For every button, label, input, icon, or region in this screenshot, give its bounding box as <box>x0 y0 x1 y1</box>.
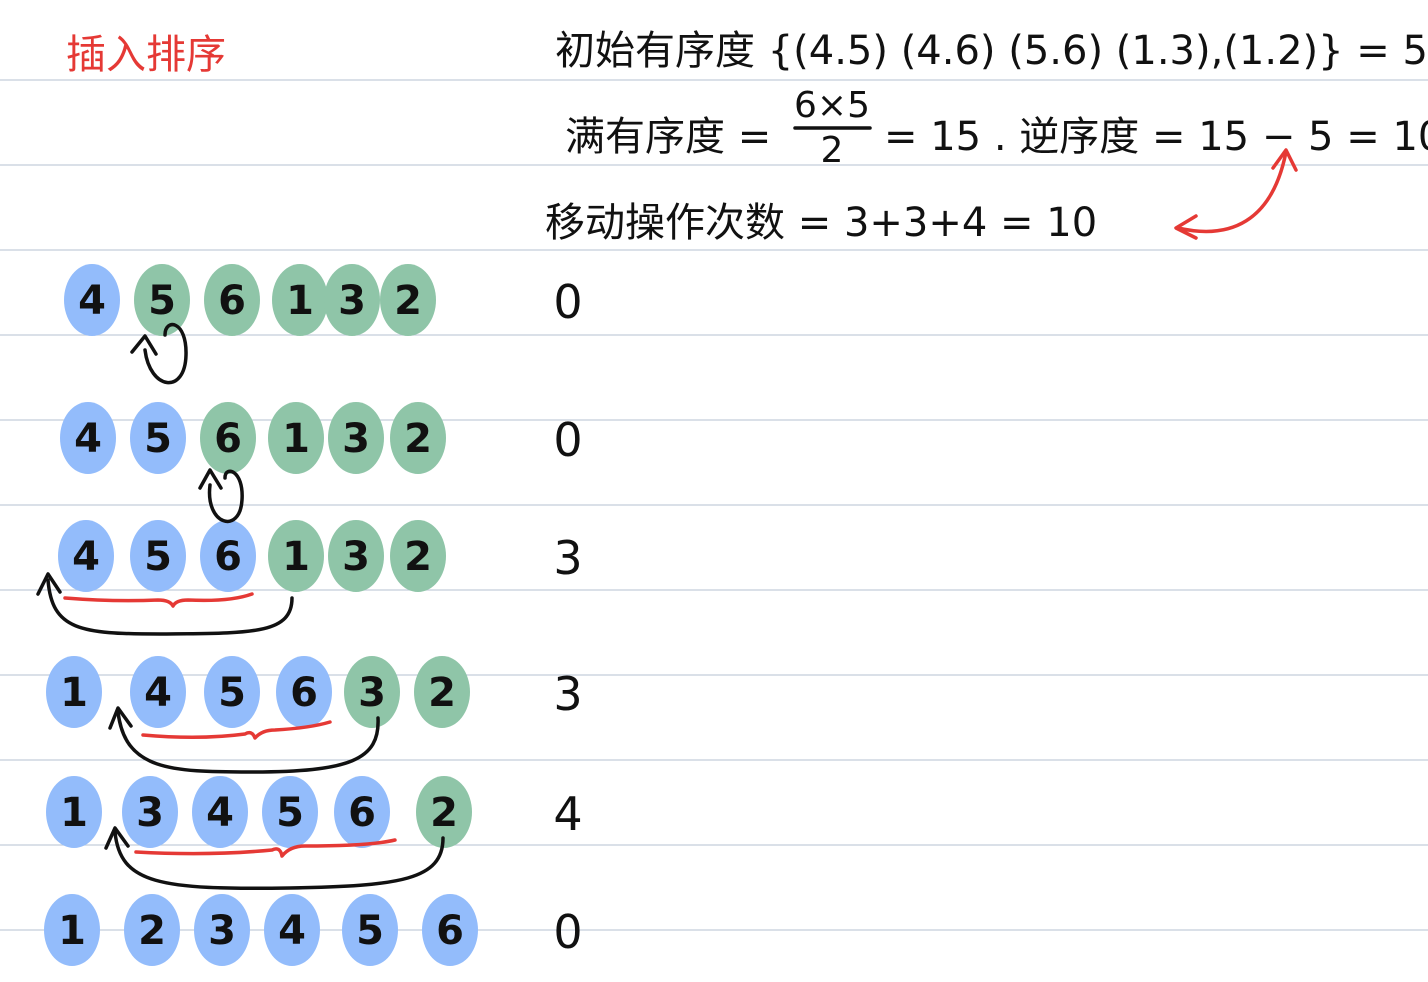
move-count: 0 <box>553 275 582 329</box>
move-count: 3 <box>553 667 582 721</box>
element-value: 2 <box>394 278 422 324</box>
element-value: 3 <box>342 416 370 462</box>
inversion-count-text: = 15 . 逆序度 = 15 − 5 = 10 <box>884 114 1428 160</box>
element-value: 1 <box>58 908 86 954</box>
element-value: 5 <box>144 416 172 462</box>
page-title: 插入排序 <box>66 32 226 78</box>
sequence-row: 456132 0 <box>60 402 583 474</box>
sequence-row: 4561323 <box>58 520 583 592</box>
element-value: 6 <box>214 416 242 462</box>
element-value: 2 <box>428 670 456 716</box>
element-value: 4 <box>144 670 172 716</box>
element-value: 6 <box>214 534 242 580</box>
move-count-line: 移动操作次数 = 3+3+4 = 10 <box>545 200 1097 246</box>
move-count: 0 <box>553 413 582 467</box>
move-count: 3 <box>553 531 582 585</box>
fraction-numerator: 6×5 <box>794 85 870 126</box>
notebook-page: 插入排序 初始有序度 {(4.5) (4.6) (5.6) (1.3),(1.2… <box>0 28 1428 966</box>
element-value: 3 <box>136 790 164 836</box>
element-value: 2 <box>430 790 458 836</box>
element-value: 5 <box>144 534 172 580</box>
element-value: 2 <box>404 416 432 462</box>
element-value: 1 <box>286 278 314 324</box>
element-value: 1 <box>60 790 88 836</box>
element-value: 5 <box>148 278 176 324</box>
element-value: 3 <box>338 278 366 324</box>
element-value: 3 <box>358 670 386 716</box>
element-value: 4 <box>74 416 102 462</box>
element-value: 3 <box>342 534 370 580</box>
full-orderliness-line: 满有序度 = 6×5 2 = 15 . 逆序度 = 15 − 5 = 10 <box>565 85 1428 171</box>
element-value: 4 <box>206 790 234 836</box>
shift-brace-row-3 <box>63 592 254 608</box>
sequence-row: 456132 0 <box>64 264 583 336</box>
element-value: 6 <box>218 278 246 324</box>
element-value: 4 <box>78 278 106 324</box>
element-value: 5 <box>356 908 384 954</box>
fraction-denominator: 2 <box>821 130 844 171</box>
element-value: 4 <box>72 534 100 580</box>
element-value: 2 <box>404 534 432 580</box>
element-value: 6 <box>436 908 464 954</box>
move-count: 4 <box>553 787 582 841</box>
self-insert-arrow-row-1 <box>143 323 188 385</box>
initial-orderliness-line: 初始有序度 {(4.5) (4.6) (5.6) (1.3),(1.2)} = … <box>555 28 1428 74</box>
element-value: 3 <box>208 908 236 954</box>
sequence-row: 1345624 <box>46 776 583 848</box>
element-value: 2 <box>138 908 166 954</box>
move-count: 0 <box>553 905 582 959</box>
element-value: 6 <box>290 670 318 716</box>
element-value: 1 <box>60 670 88 716</box>
element-value: 5 <box>218 670 246 716</box>
element-value: 1 <box>282 416 310 462</box>
element-value: 6 <box>348 790 376 836</box>
red-link-arrow <box>1176 150 1288 234</box>
element-value: 1 <box>282 534 310 580</box>
element-value: 4 <box>278 908 306 954</box>
element-value: 5 <box>276 790 304 836</box>
full-orderliness-label: 满有序度 = <box>565 114 771 160</box>
red-arrow-head-left <box>1174 214 1198 240</box>
